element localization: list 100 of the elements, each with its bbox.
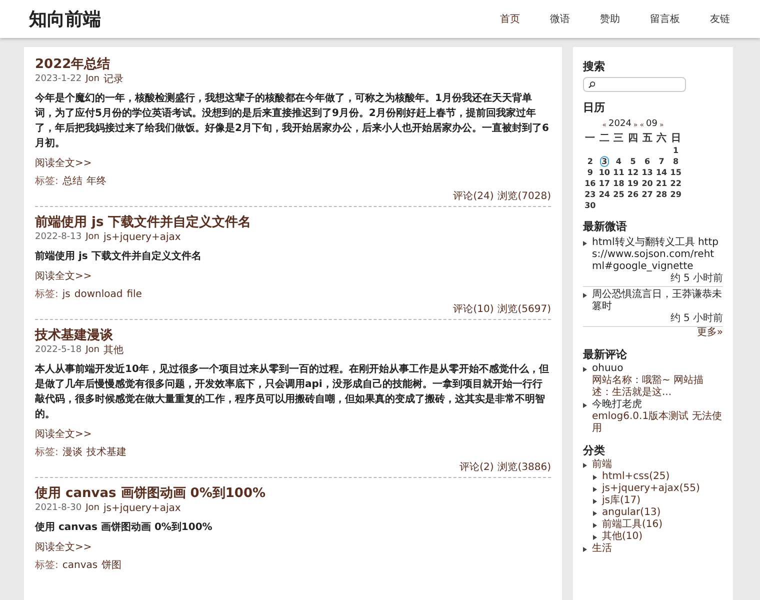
triangle-icon: [583, 546, 587, 552]
calendar-day[interactable]: 21: [656, 178, 668, 188]
tags-label: 标签:: [35, 175, 58, 188]
post-excerpt: 今年是个魔幻的一年，核酸检测盛行，我想这辈子的核酸都在今年做了，可称之为核酸年。1月份我还在天天背单词，为了应付5月份的学位英语考试。没想到的是后来直接推迟到了9月份。2月份刚好赶上春节，提前回我家过年了，年后把我妈接过来了给我们做饭。好像是2月下旬，我开始居家办公，后来小人也开始居家办公。一直被封到了6月初。: [35, 91, 550, 151]
nav-link[interactable]: 首页: [500, 12, 520, 26]
category-link[interactable]: html+css(25): [602, 470, 670, 482]
calendar-day[interactable]: 22: [670, 178, 682, 188]
tag-link[interactable]: 总结: [62, 175, 82, 188]
calendar-day[interactable]: 27: [642, 188, 653, 200]
twitter-text: html转义与翻转义工具 https://www.sojson.com/rehtml#google_vignette: [592, 236, 720, 272]
tag-link[interactable]: download: [74, 288, 123, 301]
triangle-icon: [583, 240, 587, 246]
weekday-label: 三: [612, 132, 625, 144]
calendar-day[interactable]: 19: [627, 178, 639, 188]
calendar-day[interactable]: 29: [670, 188, 682, 200]
more-link[interactable]: 更多»: [583, 326, 723, 338]
calendar-day[interactable]: 10: [598, 166, 610, 178]
comments-count[interactable]: 评论(24): [453, 190, 494, 203]
calendar-day[interactable]: 4: [616, 156, 622, 166]
calendar-day[interactable]: 8: [673, 156, 679, 166]
weekday-label: 日: [670, 132, 682, 144]
triangle-icon: [593, 534, 597, 540]
nav-link[interactable]: 留言板: [650, 12, 680, 26]
category-link[interactable]: angular(13): [602, 506, 661, 518]
calendar-day[interactable]: 20: [642, 178, 653, 188]
post-author[interactable]: Jon: [86, 344, 100, 357]
category-link[interactable]: js库(17): [602, 494, 641, 506]
post-author[interactable]: Jon: [86, 502, 100, 515]
post-title[interactable]: 使用 canvas 画饼图动画 0%到100%: [35, 485, 551, 502]
post-category[interactable]: js+jquery+ajax: [103, 231, 181, 244]
calendar-day[interactable]: 7: [658, 156, 664, 166]
widget-title: 日历: [583, 100, 606, 116]
category-link[interactable]: js+jquery+ajax(55): [602, 482, 700, 494]
calendar-day[interactable]: 24: [598, 188, 610, 200]
widget-title: 分类: [583, 442, 606, 458]
calendar-day[interactable]: 12: [627, 166, 639, 178]
comments-count[interactable]: 评论(10): [453, 303, 494, 316]
category-link[interactable]: 生活: [592, 542, 612, 554]
post-category[interactable]: js+jquery+ajax: [103, 502, 181, 515]
calendar-day[interactable]: 2: [587, 156, 593, 166]
nav-link[interactable]: 微语: [550, 12, 570, 26]
views-count[interactable]: 浏览(3886): [498, 461, 551, 474]
post-category[interactable]: 其他: [103, 344, 124, 357]
triangle-icon: [583, 462, 587, 468]
post-excerpt: 本人从事前端开发近10年，见过很多一个项目过来从零到一百的过程。在刚开始从事工作是从零开始不感觉什么，但是做了几年后慢慢感觉有很多问题，开发效率底下，只会调用api，没形成自己的技能树。一拿到项目就开始一行行敲代码，很多时候感觉在做大量重复的工作，程序员可以用搬砖自嘲，但如果真的变成了搬砖，这其实是非常不明智的。: [35, 362, 550, 422]
category-link[interactable]: 前端: [592, 458, 612, 470]
post-category[interactable]: 记录: [103, 73, 124, 86]
tag-link[interactable]: js: [62, 288, 70, 301]
read-more-link[interactable]: 阅读全文>>: [35, 428, 92, 441]
post-title[interactable]: 技术基建漫谈: [35, 327, 551, 344]
category-link[interactable]: 其他(10): [602, 530, 643, 542]
tag-link[interactable]: file: [126, 288, 142, 301]
tag-link[interactable]: 饼图: [102, 559, 122, 572]
calendar-day[interactable]: 26: [627, 188, 639, 200]
calendar-day[interactable]: 14: [656, 166, 668, 178]
read-more-link[interactable]: 阅读全文>>: [35, 157, 92, 170]
tag-link[interactable]: 年终: [86, 175, 106, 188]
views-count[interactable]: 浏览(5697): [498, 303, 551, 316]
calendar-day[interactable]: 13: [642, 166, 653, 178]
comment-text[interactable]: emlog6.0.1版本测试 无法使用: [583, 410, 723, 434]
triangle-icon: [593, 486, 597, 492]
calendar-day[interactable]: 18: [613, 178, 624, 188]
post-excerpt: 前端使用 js 下载文件并自定义文件名: [35, 249, 202, 264]
nav-link[interactable]: 赞助: [600, 12, 620, 26]
calendar-day[interactable]: 15: [670, 166, 682, 178]
category-link[interactable]: 前端工具(16): [602, 518, 663, 530]
twitter-text: 周公恐惧流言日，王莽谦恭未篡时: [592, 288, 723, 312]
calendar-day[interactable]: 25: [613, 188, 624, 200]
tag-link[interactable]: 漫谈: [62, 446, 82, 459]
calendar-day[interactable]: 11: [613, 166, 624, 178]
calendar-day[interactable]: 28: [656, 188, 668, 200]
calendar-day[interactable]: 23: [584, 188, 596, 200]
calendar-day[interactable]: 17: [598, 178, 610, 188]
calendar-day[interactable]: 16: [584, 178, 596, 188]
search-field[interactable]: [583, 77, 686, 92]
post-author[interactable]: Jon: [86, 231, 100, 244]
calendar-day[interactable]: 30: [584, 200, 596, 210]
weekday-label: 六: [655, 132, 668, 144]
calendar-day[interactable]: 1: [673, 144, 679, 156]
comments-count[interactable]: 评论(2): [460, 461, 494, 474]
calendar-year: 2024: [608, 118, 632, 131]
tag-link[interactable]: 技术基建: [86, 446, 126, 459]
comment-author: 今晚打老虎: [592, 398, 642, 410]
comment-text[interactable]: 网站名称：哦豁~ 网站描述：生活就是这...: [583, 374, 723, 398]
calendar-day[interactable]: 3: [600, 156, 610, 166]
calendar-day[interactable]: 9: [587, 166, 593, 178]
post-title[interactable]: 前端使用 js 下载文件并自定义文件名: [35, 214, 551, 231]
site-title[interactable]: 知向前端: [29, 6, 101, 32]
triangle-icon: [583, 402, 587, 408]
widget-title: 搜索: [583, 59, 606, 75]
calendar-day[interactable]: 6: [644, 156, 650, 166]
post-title[interactable]: 2022年总结: [35, 56, 551, 73]
views-count[interactable]: 浏览(7028): [498, 190, 551, 203]
weekday-label: 一: [584, 132, 596, 144]
tag-link[interactable]: canvas: [62, 559, 98, 572]
nav-link[interactable]: 友链: [710, 12, 730, 26]
read-more-link[interactable]: 阅读全文>>: [35, 270, 92, 283]
calendar-day[interactable]: 5: [630, 156, 636, 166]
post-author[interactable]: Jon: [86, 73, 100, 86]
read-more-link[interactable]: 阅读全文>>: [35, 541, 92, 554]
